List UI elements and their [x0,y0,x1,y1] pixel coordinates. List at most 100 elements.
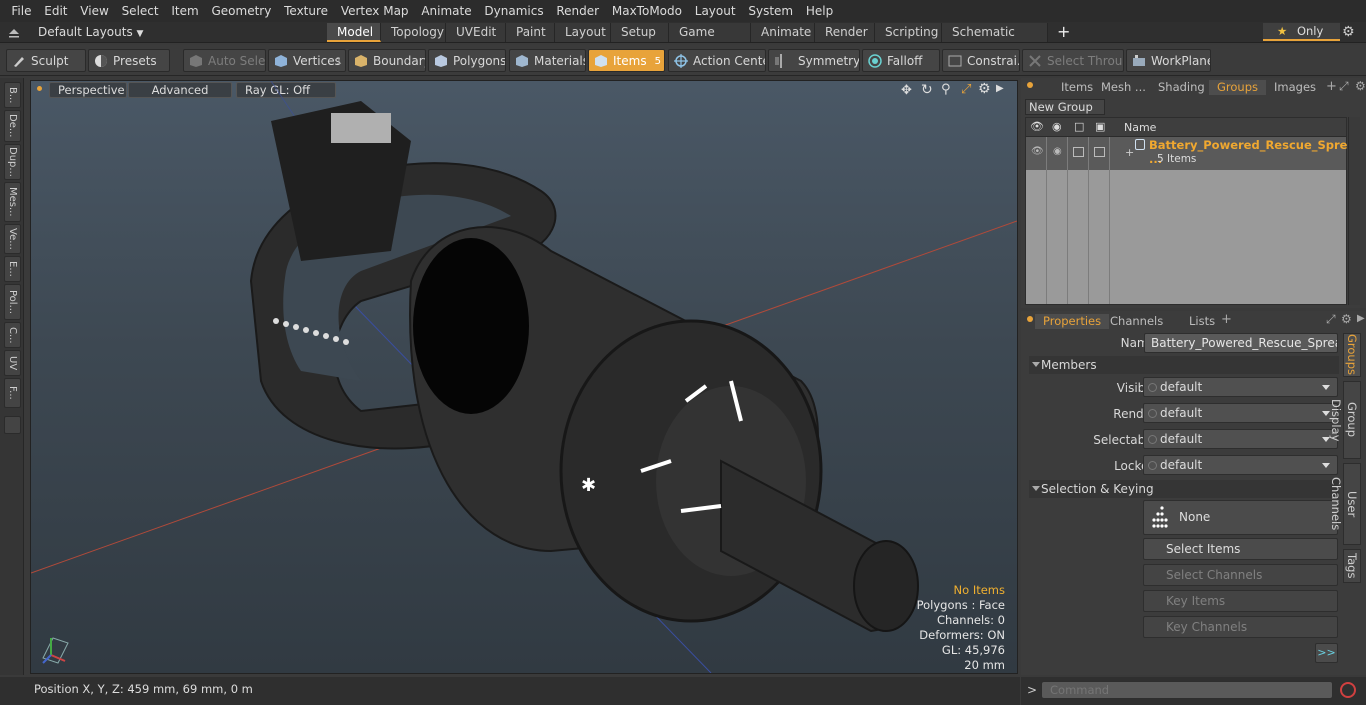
locked-dropdown[interactable]: default [1143,455,1338,475]
menu-item[interactable]: Item [165,4,205,18]
menu-layout[interactable]: Layout [688,4,742,18]
tab-uvedit[interactable]: UVEdit [446,23,506,42]
new-group-button[interactable]: New Group [1025,99,1105,115]
menu-render[interactable]: Render [550,4,606,18]
eye-icon[interactable]: 👁 [1030,120,1044,133]
tab-render[interactable]: Render [815,23,875,42]
tab-channels[interactable]: Channels [1102,314,1171,329]
command-input[interactable] [1041,681,1333,699]
menu-texture[interactable]: Texture [278,4,335,18]
tab-topology[interactable]: Topology [381,23,446,42]
group-row[interactable]: 👁 ◉ + Battery_Powered_Rescue_Spre ... 5 … [1026,137,1347,170]
tool-tab-edge[interactable]: E... [4,256,21,282]
select-icon[interactable]: ▣ [1095,120,1105,133]
materials-button[interactable]: Materials [509,49,586,72]
visible-dropdown[interactable]: default [1143,377,1338,397]
menu-vertex-map[interactable]: Vertex Map [334,4,415,18]
props-gear-icon[interactable]: ⚙ [1341,312,1352,326]
tool-strip-expand-button[interactable] [4,416,21,434]
tool-tab-deform[interactable]: De... [4,110,21,142]
tool-tab-basic[interactable]: B... [4,82,21,108]
none-button[interactable]: None [1143,500,1338,535]
vtab-user-channels[interactable]: User Channels [1329,463,1361,545]
menu-file[interactable]: File [5,4,38,18]
tab-paint[interactable]: Paint [506,23,555,42]
select-items-button[interactable]: Select Items [1143,538,1338,560]
tab-groups[interactable]: Groups [1209,80,1267,95]
collapse-up-icon[interactable] [8,25,20,39]
members-section[interactable]: Members [1029,356,1339,374]
tab-game-tools[interactable]: Game Tools [669,23,751,58]
layout-selector[interactable]: Default Layouts ▼ [38,24,143,41]
menu-animate[interactable]: Animate [415,4,478,18]
tab-scripting[interactable]: Scripting [875,23,942,42]
render-dropdown[interactable]: default [1143,403,1338,423]
lock-icon[interactable]: □ [1074,120,1084,133]
add-props-tab-button[interactable]: + [1221,312,1232,327]
props-maximize-icon[interactable]: ⤢ [1326,312,1336,327]
menu-select[interactable]: Select [115,4,165,18]
key-items-button[interactable]: Key Items [1143,590,1338,612]
3d-viewport[interactable]: Perspective Advanced Ray GL: Off ✥ ↻ ⚲ ⤢… [30,80,1018,674]
sculpt-button[interactable]: Sculpt [6,49,86,72]
tab-properties[interactable]: Properties [1035,314,1110,329]
props-arrow-icon[interactable]: ▶ [1357,313,1365,324]
workplane-button[interactable]: WorkPlane [1126,49,1211,72]
tab-schematic-fusion[interactable]: Schematic Fusion [942,23,1048,58]
tab-lists[interactable]: Lists [1181,314,1223,329]
gear-icon[interactable]: ⚙ [1342,24,1355,40]
tab-shading[interactable]: Shading [1150,80,1213,95]
symmetry-button[interactable]: Symmetry [768,49,860,72]
menu-help[interactable]: Help [799,4,839,18]
tool-tab-mesh-edit[interactable]: Mes... [4,182,21,222]
tool-tab-curve[interactable]: C... [4,322,21,348]
group-list-scrollbar[interactable] [1348,117,1360,305]
row-eye-icon[interactable]: 👁 [1031,146,1044,157]
vtab-tags[interactable]: Tags [1343,549,1361,583]
vertices-button[interactable]: Vertices 1 [268,49,346,72]
tab-setup[interactable]: Setup [611,23,669,42]
tab-model[interactable]: Model [327,23,381,42]
group-name-field[interactable]: Battery_Powered_Rescue_Spreader_ [1144,333,1338,353]
tool-tab-vertex[interactable]: Ve... [4,224,21,254]
tool-tab-duplicate[interactable]: Dup... [4,144,21,180]
maximize-panel-icon[interactable]: ⤢ [1339,79,1349,94]
select-channels-button[interactable]: Select Channels [1143,564,1338,586]
tab-layout[interactable]: Layout [555,23,611,42]
items-button[interactable]: Items 5 [588,49,665,72]
menu-geometry[interactable]: Geometry [205,4,278,18]
menu-dynamics[interactable]: Dynamics [478,4,550,18]
name-column-header[interactable]: Name [1124,121,1156,134]
menu-view[interactable]: View [74,4,115,18]
auto-select-button[interactable]: Auto Select [183,49,266,72]
tab-images[interactable]: Images [1266,80,1324,95]
polygons-button[interactable]: Polygons [428,49,506,72]
record-icon[interactable] [1340,682,1356,698]
tool-tab-polygon[interactable]: Pol... [4,284,21,320]
row-select-checkbox[interactable] [1094,147,1105,157]
tool-tab-uv[interactable]: UV [4,350,21,376]
tool-tab-fusion[interactable]: F... [4,378,21,408]
menu-edit[interactable]: Edit [38,4,74,18]
tab-animate[interactable]: Animate [751,23,815,42]
action-center-button[interactable]: Action Center [668,49,766,72]
selectable-dropdown[interactable]: default [1143,429,1338,449]
more-button[interactable]: >> [1315,643,1338,663]
vtab-groups[interactable]: Groups [1343,333,1361,377]
menu-system[interactable]: System [742,4,800,18]
presets-button[interactable]: Presets [88,49,170,72]
falloff-button[interactable]: Falloff [862,49,940,72]
row-lock-checkbox[interactable] [1073,147,1084,157]
tab-mesh[interactable]: Mesh ... [1093,80,1154,95]
menu-maxtomodo[interactable]: MaxToModo [605,4,688,18]
selection-keying-section[interactable]: Selection & Keying [1029,480,1339,498]
only-toggle[interactable]: ★ Only [1263,23,1340,41]
boundary-button[interactable]: Boundary [348,49,426,72]
panel-gear-icon[interactable]: ⚙ [1355,79,1366,93]
render-icon[interactable]: ◉ [1052,120,1062,133]
constraints-button[interactable]: Constrai... [942,49,1020,72]
add-tab-button[interactable]: + [1057,22,1070,41]
expand-plus-icon[interactable]: + [1125,146,1134,159]
row-render-icon[interactable]: ◉ [1053,146,1062,157]
vtab-group-display[interactable]: Group Display [1329,381,1361,459]
